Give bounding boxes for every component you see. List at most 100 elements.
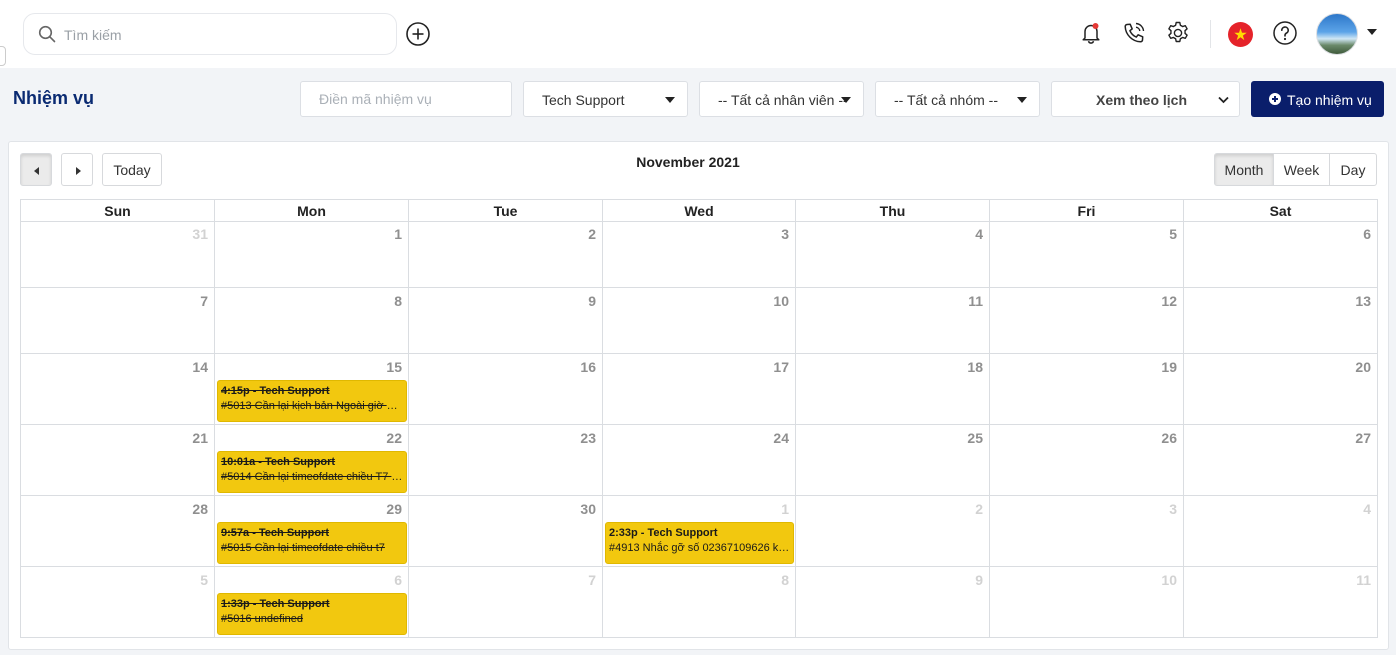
day-number[interactable]: 5 <box>1169 226 1177 242</box>
day-number[interactable]: 25 <box>967 430 983 446</box>
bell-icon[interactable] <box>1078 20 1104 46</box>
day-number[interactable]: 16 <box>580 359 596 375</box>
today-button[interactable]: Today <box>102 153 162 186</box>
calendar-event[interactable]: 1:33p - Tech Support #5016 undefined <box>217 593 407 635</box>
day-number[interactable]: 2 <box>975 501 983 517</box>
view-month-button[interactable]: Month <box>1214 153 1274 186</box>
create-task-button[interactable]: Tạo nhiệm vụ <box>1251 81 1384 117</box>
add-circle-icon[interactable] <box>405 21 431 47</box>
calendar-day-cell[interactable]: 7 <box>409 567 603 637</box>
next-month-button[interactable] <box>61 153 93 186</box>
calendar-day-cell[interactable]: 4 <box>1184 496 1377 567</box>
chevron-down-icon[interactable] <box>1367 29 1377 35</box>
view-week-button[interactable]: Week <box>1273 153 1330 186</box>
calendar-day-cell[interactable]: 10 <box>990 567 1184 637</box>
day-number[interactable]: 30 <box>580 501 596 517</box>
day-number[interactable]: 11 <box>1356 572 1371 588</box>
day-number[interactable]: 11 <box>968 293 983 309</box>
view-day-button[interactable]: Day <box>1329 153 1377 186</box>
day-number[interactable]: 7 <box>588 572 596 588</box>
calendar-day-cell[interactable]: 11 <box>1184 567 1377 637</box>
calendar-day-cell[interactable]: 11 <box>796 288 990 354</box>
calendar-day-cell[interactable]: 18 <box>796 354 990 425</box>
calendar-day-cell[interactable]: 9 <box>796 567 990 637</box>
day-number[interactable]: 4 <box>975 226 983 242</box>
day-number[interactable]: 14 <box>192 359 208 375</box>
day-number[interactable]: 2 <box>588 226 596 242</box>
calendar-day-cell[interactable]: 14 <box>21 354 215 425</box>
day-number[interactable]: 19 <box>1161 359 1177 375</box>
day-number[interactable]: 4 <box>1363 501 1371 517</box>
calendar-day-cell[interactable]: 1 <box>215 221 409 288</box>
day-number[interactable]: 9 <box>975 572 983 588</box>
calendar-event[interactable]: 2:33p - Tech Support #4913 Nhắc gỡ số 023… <box>605 522 794 564</box>
day-number[interactable]: 28 <box>192 501 208 517</box>
team-select[interactable]: -- Tất cả nhóm -- <box>875 81 1040 117</box>
calendar-day-cell[interactable]: 2 <box>796 496 990 567</box>
day-number[interactable]: 6 <box>394 572 402 588</box>
calendar-day-cell[interactable]: 8 <box>215 288 409 354</box>
calendar-day-cell[interactable]: 26 <box>990 425 1184 496</box>
calendar-day-cell[interactable]: 3 <box>603 221 796 288</box>
calendar-day-cell[interactable]: 7 <box>21 288 215 354</box>
calendar-day-cell[interactable]: 28 <box>21 496 215 567</box>
day-number[interactable]: 21 <box>192 430 208 446</box>
calendar-day-cell[interactable]: 10 <box>603 288 796 354</box>
calendar-event[interactable]: 10:01a - Tech Support #5014 Cần lại timeo… <box>217 451 407 493</box>
day-number[interactable]: 8 <box>781 572 789 588</box>
day-number[interactable]: 29 <box>386 501 402 517</box>
calendar-day-cell[interactable]: 24 <box>603 425 796 496</box>
calendar-day-cell[interactable]: 19 <box>990 354 1184 425</box>
day-number[interactable]: 27 <box>1355 430 1371 446</box>
calendar-day-cell[interactable]: 17 <box>603 354 796 425</box>
calendar-day-cell[interactable]: 16 <box>409 354 603 425</box>
calendar-day-cell[interactable]: 21 <box>21 425 215 496</box>
calendar-event[interactable]: 4:15p - Tech Support #5013 Cần lại kịch b… <box>217 380 407 422</box>
calendar-day-cell[interactable]: 4 <box>796 221 990 288</box>
calendar-day-cell[interactable]: 27 <box>1184 425 1377 496</box>
phone-icon[interactable] <box>1121 20 1147 46</box>
day-number[interactable]: 13 <box>1355 293 1371 309</box>
day-number[interactable]: 15 <box>386 359 402 375</box>
calendar-day-cell[interactable]: 9 <box>409 288 603 354</box>
search-input[interactable] <box>64 24 384 46</box>
day-number[interactable]: 10 <box>773 293 789 309</box>
gear-icon[interactable] <box>1165 20 1191 46</box>
day-number[interactable]: 1 <box>394 226 402 242</box>
day-number[interactable]: 3 <box>1169 501 1177 517</box>
day-number[interactable]: 3 <box>781 226 789 242</box>
day-number[interactable]: 5 <box>200 572 208 588</box>
calendar-day-cell[interactable]: 23 <box>409 425 603 496</box>
staff-select[interactable]: -- Tất cả nhân viên -- <box>699 81 864 117</box>
day-number[interactable]: 10 <box>1161 572 1177 588</box>
view-mode-select[interactable]: Xem theo lịch <box>1051 81 1240 117</box>
day-number[interactable]: 24 <box>773 430 789 446</box>
calendar-day-cell[interactable]: 20 <box>1184 354 1377 425</box>
calendar-day-cell[interactable]: 13 <box>1184 288 1377 354</box>
day-number[interactable]: 22 <box>386 430 402 446</box>
prev-month-button[interactable] <box>20 153 52 186</box>
calendar-day-cell[interactable]: 8 <box>603 567 796 637</box>
day-number[interactable]: 12 <box>1161 293 1177 309</box>
calendar-day-cell[interactable]: 5 <box>21 567 215 637</box>
calendar-day-cell[interactable]: 5 <box>990 221 1184 288</box>
day-number[interactable]: 31 <box>192 226 208 242</box>
day-number[interactable]: 23 <box>580 430 596 446</box>
calendar-day-cell[interactable]: 2 <box>409 221 603 288</box>
calendar-day-cell[interactable]: 6 <box>1184 221 1377 288</box>
day-number[interactable]: 8 <box>394 293 402 309</box>
calendar-day-cell[interactable]: 3 <box>990 496 1184 567</box>
task-code-input[interactable] <box>300 81 512 117</box>
day-number[interactable]: 26 <box>1161 430 1177 446</box>
user-avatar[interactable] <box>1316 13 1358 55</box>
day-number[interactable]: 18 <box>967 359 983 375</box>
day-number[interactable]: 20 <box>1355 359 1371 375</box>
day-number[interactable]: 6 <box>1363 226 1371 242</box>
calendar-day-cell[interactable]: 12 <box>990 288 1184 354</box>
calendar-event[interactable]: 9:57a - Tech Support #5015 Cần lại timeof… <box>217 522 407 564</box>
calendar-day-cell[interactable]: 30 <box>409 496 603 567</box>
day-number[interactable]: 7 <box>200 293 208 309</box>
day-number[interactable]: 1 <box>781 501 789 517</box>
day-number[interactable]: 9 <box>588 293 596 309</box>
calendar-day-cell[interactable]: 25 <box>796 425 990 496</box>
